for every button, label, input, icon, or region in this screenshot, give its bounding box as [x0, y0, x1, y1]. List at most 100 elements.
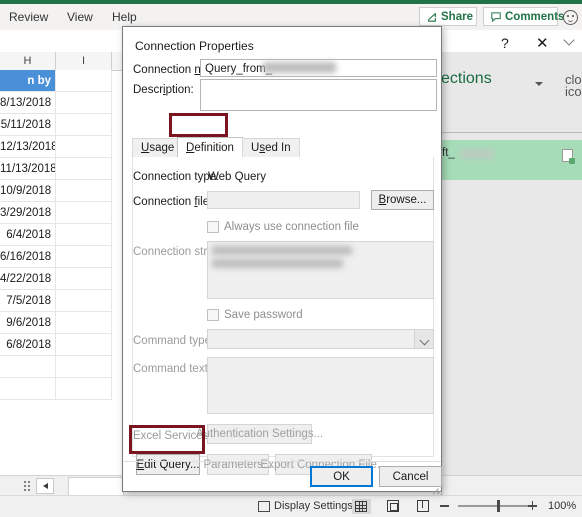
table-row[interactable]: 8/13/2018	[0, 92, 56, 114]
query-item-label: ft_	[442, 147, 455, 159]
pane-divider	[439, 132, 582, 133]
command-text-label: Command text:	[133, 363, 211, 375]
table-row[interactable]: 7/5/2018	[0, 290, 56, 312]
table-row[interactable]: 11/13/2018	[0, 158, 56, 180]
cell-h-header[interactable]: n by	[0, 70, 56, 92]
share-icon	[427, 11, 437, 22]
command-type-select[interactable]	[207, 329, 434, 349]
redacted-connection-name	[263, 62, 336, 73]
ribbon-tab-view[interactable]: View	[60, 7, 100, 27]
close-icon[interactable]: ✕	[536, 34, 549, 52]
description-input[interactable]	[200, 79, 437, 111]
sheet-tab[interactable]	[68, 477, 124, 495]
zoom-out-icon[interactable]	[440, 505, 449, 507]
queries-pane-title: ections	[441, 70, 492, 87]
table-row[interactable]: 6/4/2018	[0, 224, 56, 246]
help-icon[interactable]: ?	[501, 35, 509, 51]
table-cell-blank[interactable]	[56, 312, 112, 334]
edit-query-button[interactable]: Edit Query...	[136, 454, 200, 475]
share-label: Share	[441, 10, 473, 23]
redacted-connection-string-line2	[212, 259, 343, 268]
table-cell-blank[interactable]	[56, 356, 112, 378]
table-cell-blank[interactable]	[56, 334, 112, 356]
zoom-slider-thumb[interactable]	[497, 500, 500, 512]
chevron-down-icon[interactable]	[414, 330, 433, 348]
comments-button[interactable]: Comments	[483, 7, 564, 26]
table-row[interactable]: 3/29/2018	[0, 202, 56, 224]
table-cell-blank[interactable]	[56, 158, 112, 180]
table-cell-blank[interactable]	[56, 246, 112, 268]
redacted-connection-string-line1	[212, 246, 352, 255]
status-bar: Display Settings 100%	[0, 495, 582, 517]
sheet-nav-dots-icon[interactable]	[24, 481, 26, 483]
ribbon-tab-review[interactable]: Review	[2, 7, 55, 27]
connection-type-value: Web Query	[208, 171, 266, 183]
save-password-checkbox[interactable]	[207, 309, 219, 321]
table-row[interactable]: 6/16/2018	[0, 246, 56, 268]
command-type-label: Command type:	[133, 335, 215, 347]
redacted-query-name	[460, 149, 494, 159]
table-row[interactable]: 9/6/2018	[0, 312, 56, 334]
share-button[interactable]: Share	[419, 7, 477, 26]
dialog-title: Connection Properties	[135, 39, 254, 53]
connection-file-input[interactable]	[207, 191, 360, 209]
table-cell-blank[interactable]	[56, 268, 112, 290]
browse-button[interactable]: Browse...	[371, 190, 434, 210]
column-header-h[interactable]: H	[0, 52, 56, 70]
query-file-icon	[562, 149, 575, 164]
view-normal-button[interactable]	[352, 499, 371, 514]
ok-button[interactable]: OK	[310, 466, 373, 487]
table-cell-blank[interactable]	[56, 92, 112, 114]
sheet-nav-previous-button[interactable]	[36, 478, 54, 494]
table-row[interactable]: 6/8/2018	[0, 334, 56, 356]
always-use-connection-file-label: Always use connection file	[224, 221, 359, 233]
zoom-in-icon[interactable]	[528, 502, 537, 509]
formula-bar-expand-icon[interactable]	[563, 34, 575, 46]
feedback-smiley-icon[interactable]	[563, 10, 578, 25]
column-header-i[interactable]: I	[56, 52, 112, 70]
table-cell-blank[interactable]	[56, 136, 112, 158]
display-settings-icon	[258, 501, 270, 512]
page-layout-view-icon	[387, 500, 399, 512]
connection-type-label: Connection type:	[133, 171, 220, 183]
display-settings-button[interactable]: Display Settings	[274, 500, 353, 512]
zoom-slider[interactable]	[458, 500, 536, 512]
table-cell-blank[interactable]	[56, 180, 112, 202]
table-row[interactable]: 10/9/2018	[0, 180, 56, 202]
queries-connections-pane: ections close-icon ft_	[438, 52, 582, 475]
query-list-item[interactable]: ft_	[439, 140, 582, 180]
dialog-resize-grip[interactable]	[429, 479, 444, 496]
table-cell-blank[interactable]	[56, 202, 112, 224]
table-cell-blank[interactable]	[56, 378, 112, 400]
ribbon-tab-help[interactable]: Help	[105, 7, 144, 27]
table-cell-blank[interactable]	[56, 114, 112, 136]
view-page-break-button[interactable]	[414, 499, 433, 514]
save-password-label: Save password	[224, 309, 303, 321]
comment-icon	[491, 11, 501, 22]
view-page-layout-button[interactable]	[384, 499, 403, 514]
table-cell-blank[interactable]	[0, 356, 56, 378]
tab-definition[interactable]: Definition	[177, 137, 243, 159]
dialog-footer-divider	[123, 461, 441, 462]
cell-i-header[interactable]	[56, 70, 112, 92]
connection-properties-dialog: Connection Properties ? ✕ Connection nam…	[122, 26, 549, 496]
chevron-down-icon[interactable]	[535, 82, 543, 86]
normal-view-icon	[355, 501, 367, 512]
tab-used-in[interactable]: Used In	[242, 138, 300, 158]
tab-usage[interactable]: Usage	[132, 138, 184, 158]
zoom-percent-label: 100%	[548, 500, 577, 512]
comments-label: Comments	[505, 10, 565, 23]
table-cell-blank[interactable]	[56, 224, 112, 246]
table-cell-blank[interactable]	[56, 290, 112, 312]
page-break-view-icon	[417, 500, 429, 512]
table-row[interactable]: 4/22/2018	[0, 268, 56, 290]
close-icon[interactable]: close-icon	[565, 73, 582, 98]
table-row[interactable]: 12/13/2018	[0, 136, 56, 158]
authentication-settings-button[interactable]: Authentication Settings...	[196, 424, 323, 444]
table-row[interactable]: 5/11/2018	[0, 114, 56, 136]
command-text-input[interactable]	[207, 357, 434, 414]
always-use-connection-file-checkbox[interactable]	[207, 221, 219, 233]
table-cell-blank[interactable]	[0, 378, 56, 400]
dialog-tab-strip: Usage Definition Used In	[132, 135, 434, 159]
description-label: Description:	[133, 84, 194, 96]
